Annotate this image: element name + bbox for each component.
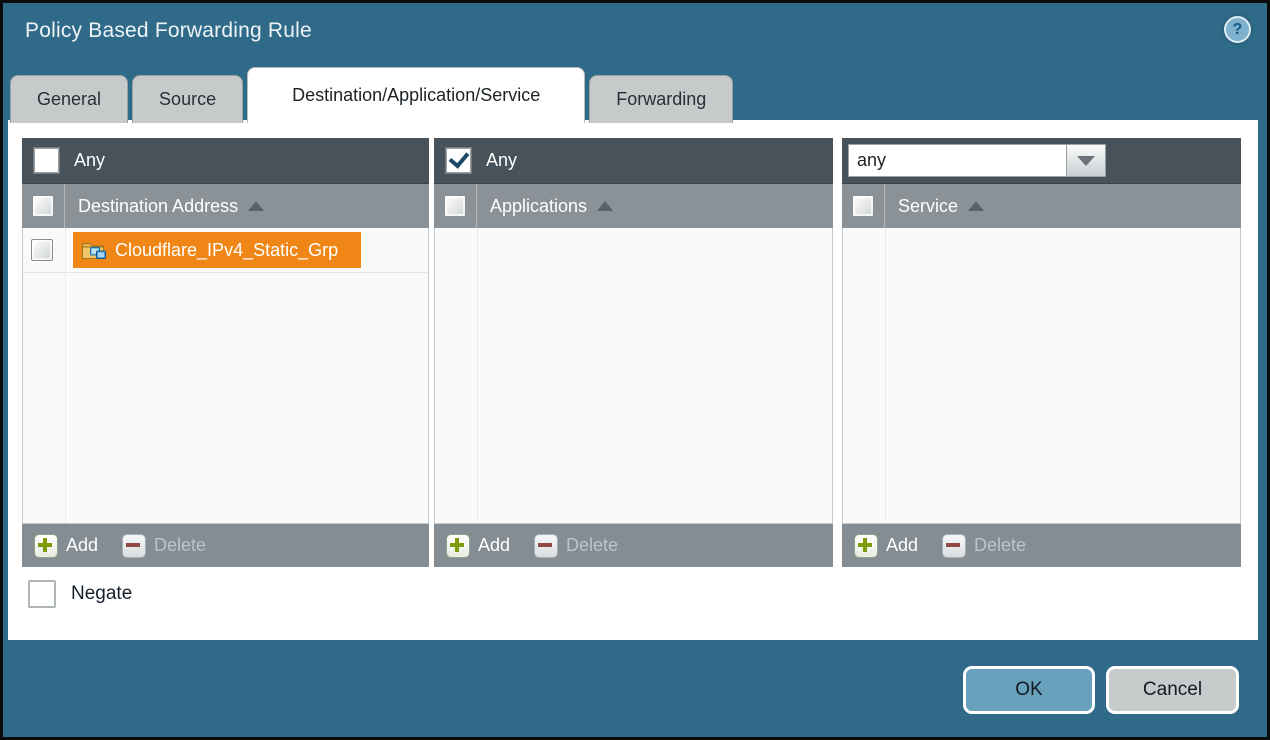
applications-column: Any Applications Add Delete	[434, 138, 833, 567]
row-checkbox[interactable]	[31, 239, 53, 261]
applications-header-label[interactable]: Applications	[490, 196, 587, 217]
header-divider	[64, 184, 65, 228]
tab-bar: General Source Destination/Application/S…	[10, 67, 733, 123]
service-header-label[interactable]: Service	[898, 196, 958, 217]
address-group-icon	[81, 239, 107, 261]
table-row: Cloudflare_IPv4_Static_Grp	[23, 228, 428, 273]
destination-footer-bar: Add Delete	[22, 524, 429, 567]
applications-footer-bar: Add Delete	[434, 524, 833, 567]
applications-delete-button: Delete	[566, 535, 618, 556]
sort-ascending-icon[interactable]	[968, 201, 984, 211]
tab-source[interactable]: Source	[132, 75, 243, 123]
destination-address-name: Cloudflare_IPv4_Static_Grp	[115, 240, 338, 261]
service-select-all-checkbox[interactable]	[852, 195, 874, 217]
destination-add-button[interactable]: Add	[66, 535, 98, 556]
dropdown-button[interactable]	[1066, 145, 1105, 176]
destination-any-checkbox[interactable]	[34, 148, 59, 173]
service-header-row: Service	[842, 183, 1241, 228]
tab-source-label: Source	[159, 89, 216, 110]
tab-general[interactable]: General	[10, 75, 128, 123]
cancel-button-label: Cancel	[1143, 679, 1202, 701]
help-icon[interactable]: ?	[1224, 16, 1251, 43]
header-divider	[476, 184, 477, 228]
add-icon[interactable]	[446, 534, 470, 558]
applications-any-checkbox[interactable]	[446, 148, 471, 173]
negate-option: Negate	[28, 580, 132, 608]
question-mark-glyph: ?	[1233, 21, 1243, 39]
service-dropdown-header: any	[842, 138, 1241, 183]
tab-forwarding[interactable]: Forwarding	[589, 75, 733, 123]
sort-ascending-icon[interactable]	[597, 201, 613, 211]
checkbox-column-divider	[477, 228, 478, 523]
add-icon[interactable]	[854, 534, 878, 558]
applications-add-button[interactable]: Add	[478, 535, 510, 556]
destination-any-label: Any	[74, 150, 105, 171]
destination-select-all-checkbox[interactable]	[32, 195, 54, 217]
destination-address-entry[interactable]: Cloudflare_IPv4_Static_Grp	[73, 232, 361, 268]
service-add-button[interactable]: Add	[886, 535, 918, 556]
service-delete-button: Delete	[974, 535, 1026, 556]
tab-destination-label: Destination/Application/Service	[292, 85, 540, 106]
applications-any-header: Any	[434, 138, 833, 183]
delete-icon	[534, 534, 558, 558]
destination-any-header: Any	[22, 138, 429, 183]
chevron-down-icon	[1077, 156, 1095, 166]
destination-delete-button: Delete	[154, 535, 206, 556]
service-column: any Service Add Delete	[842, 138, 1241, 567]
tab-content-panel: Any Destination Address	[8, 120, 1258, 640]
cancel-button[interactable]: Cancel	[1106, 666, 1239, 714]
service-any-dropdown[interactable]: any	[848, 144, 1106, 177]
destination-address-column: Any Destination Address	[22, 138, 429, 567]
destination-address-list: Cloudflare_IPv4_Static_Grp	[22, 228, 429, 524]
policy-based-forwarding-dialog: Policy Based Forwarding Rule ? General S…	[0, 0, 1270, 740]
delete-icon	[942, 534, 966, 558]
destination-address-header-label[interactable]: Destination Address	[78, 196, 238, 217]
applications-select-all-checkbox[interactable]	[444, 195, 466, 217]
ok-button[interactable]: OK	[963, 666, 1095, 714]
tab-general-label: General	[37, 89, 101, 110]
dialog-title: Policy Based Forwarding Rule	[25, 19, 312, 43]
tab-destination-application-service[interactable]: Destination/Application/Service	[247, 67, 585, 123]
sort-ascending-icon[interactable]	[248, 201, 264, 211]
service-dropdown-value: any	[849, 145, 1066, 176]
header-divider	[884, 184, 885, 228]
tab-forwarding-label: Forwarding	[616, 89, 706, 110]
service-footer-bar: Add Delete	[842, 524, 1241, 567]
service-list	[842, 228, 1241, 524]
negate-checkbox[interactable]	[28, 580, 56, 608]
negate-label: Negate	[71, 583, 132, 605]
applications-any-label: Any	[486, 150, 517, 171]
delete-icon	[122, 534, 146, 558]
ok-button-label: OK	[1015, 679, 1042, 701]
destination-address-header-row: Destination Address	[22, 183, 429, 228]
add-icon[interactable]	[34, 534, 58, 558]
applications-list	[434, 228, 833, 524]
checkbox-column-divider	[885, 228, 886, 523]
applications-header-row: Applications	[434, 183, 833, 228]
